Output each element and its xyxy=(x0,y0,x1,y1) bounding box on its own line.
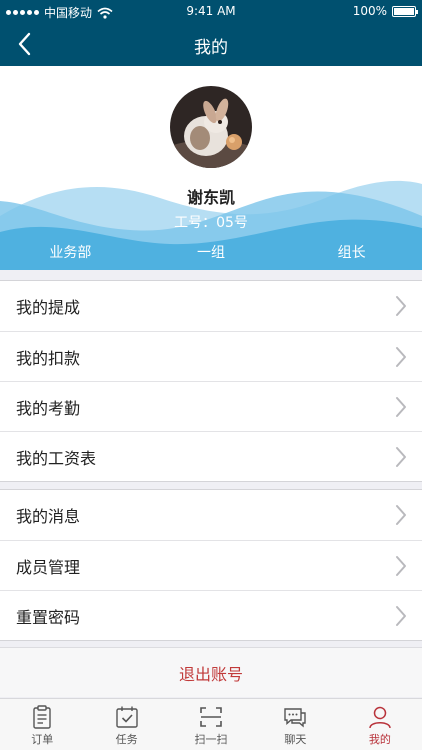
logout-button[interactable]: 退出账号 xyxy=(0,647,422,697)
job-number: 工号：05号 xyxy=(174,215,248,231)
menu-item-label: 成员管理 xyxy=(16,557,81,577)
avatar[interactable] xyxy=(170,86,252,168)
nav-bar: 我的 xyxy=(0,22,422,66)
chevron-right-icon xyxy=(396,296,406,316)
tab-label: 聊天 xyxy=(284,733,307,746)
tab-scan[interactable]: 扫一扫 xyxy=(169,699,253,750)
chevron-right-icon xyxy=(396,447,406,467)
tab-label: 扫一扫 xyxy=(194,733,228,746)
menu-item-payroll[interactable]: 我的工资表 xyxy=(0,431,422,481)
profile-tags: 业务部 一组 组长 xyxy=(0,242,422,262)
menu-item-label: 重置密码 xyxy=(16,607,81,627)
tab-label: 任务 xyxy=(115,733,138,746)
tab-orders[interactable]: 订单 xyxy=(0,699,84,750)
calendar-check-icon xyxy=(115,706,138,728)
tab-tasks[interactable]: 任务 xyxy=(84,699,168,750)
tab-mine[interactable]: 我的 xyxy=(338,699,422,750)
rabbit-photo xyxy=(170,86,252,168)
profile-header: 谢东凯 工号：05号 业务部 一组 组长 xyxy=(0,66,422,270)
user-name: 谢东凯 xyxy=(186,188,235,207)
tab-bar: 订单 任务 扫一扫 聊天 我的 xyxy=(0,698,422,750)
menu-item-commission[interactable]: 我的提成 xyxy=(0,281,422,331)
chat-icon xyxy=(284,708,307,728)
status-right: 100% xyxy=(352,4,418,18)
chevron-right-icon xyxy=(396,397,406,417)
menu-item-messages[interactable]: 我的消息 xyxy=(0,490,422,540)
menu-item-reset-password[interactable]: 重置密码 xyxy=(0,590,422,640)
department-label: 业务部 xyxy=(49,245,92,261)
menu-item-members[interactable]: 成员管理 xyxy=(0,540,422,590)
clipboard-icon xyxy=(33,705,51,729)
tab-chat[interactable]: 聊天 xyxy=(253,699,337,750)
menu-group-account: 我的消息 成员管理 重置密码 xyxy=(0,489,422,641)
page-title: 我的 xyxy=(194,38,228,58)
menu-item-label: 我的工资表 xyxy=(16,448,97,468)
group-label: 一组 xyxy=(197,245,225,261)
tab-label: 我的 xyxy=(368,733,391,746)
menu-item-label: 我的消息 xyxy=(16,507,81,526)
chevron-right-icon xyxy=(396,505,406,525)
menu-group-finance: 我的提成 我的扣款 我的考勤 我的工资表 xyxy=(0,280,422,482)
battery-icon xyxy=(392,5,418,17)
role-label: 组长 xyxy=(337,245,366,261)
person-icon xyxy=(369,706,391,729)
tab-label: 订单 xyxy=(31,733,54,746)
chevron-right-icon xyxy=(396,347,406,367)
menu-item-label: 我的提成 xyxy=(16,298,81,317)
menu-item-attendance[interactable]: 我的考勤 xyxy=(0,381,422,431)
menu-item-deductions[interactable]: 我的扣款 xyxy=(0,331,422,381)
status-bar: 中国移动 9:41 AM 100% xyxy=(0,0,422,22)
menu-item-label: 我的考勤 xyxy=(16,398,81,418)
chevron-right-icon xyxy=(396,606,406,626)
chevron-right-icon xyxy=(396,556,406,576)
battery-percent: 100% xyxy=(352,4,387,18)
scan-icon xyxy=(200,707,222,727)
menu-item-label: 我的扣款 xyxy=(16,348,81,368)
